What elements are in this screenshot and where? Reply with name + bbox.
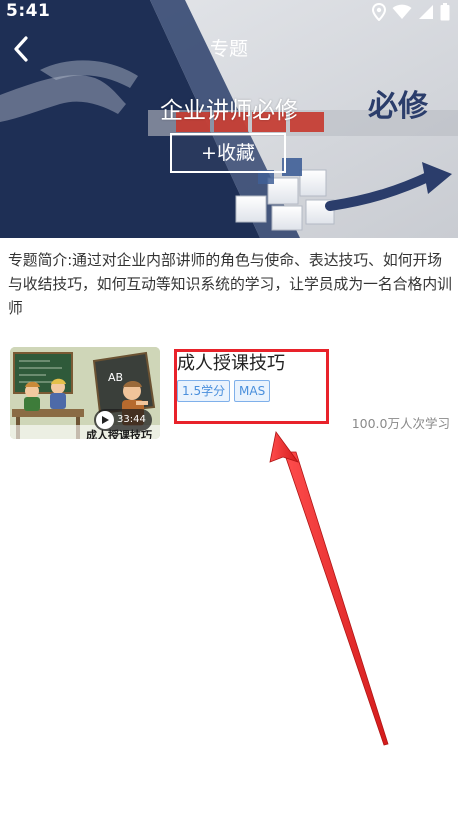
status-icons xyxy=(372,2,450,22)
topic-name: 企业讲师必修 xyxy=(160,98,298,124)
course-learner-count: 100.0万人次学习 xyxy=(351,416,450,431)
thumbnail-caption: 成人授课技巧 xyxy=(86,429,152,439)
annotation-highlight-box xyxy=(174,349,329,424)
topic-page: 必修 专题 企业讲师必修 +收藏 5:41 专题简介:通过对企业内部讲师的角色与… xyxy=(0,0,458,820)
topic-intro: 专题简介:通过对企业内部讲师的角色与使命、表达技巧、如何开场与收结技巧，如何互动… xyxy=(8,252,452,317)
location-icon xyxy=(372,3,386,21)
board-letters: AB xyxy=(108,371,123,384)
collect-button[interactable]: +收藏 xyxy=(170,133,286,173)
page-title: 专题 xyxy=(209,38,248,60)
wifi-icon xyxy=(392,4,412,19)
battery-icon xyxy=(440,3,450,21)
course-thumbnail[interactable]: AB 33:44 成人授课技巧 xyxy=(10,347,160,439)
status-bar: 5:41 xyxy=(0,0,458,24)
topic-banner: 必修 专题 企业讲师必修 +收藏 xyxy=(0,0,458,238)
signal-icon xyxy=(419,5,433,19)
status-time: 5:41 xyxy=(6,1,51,21)
